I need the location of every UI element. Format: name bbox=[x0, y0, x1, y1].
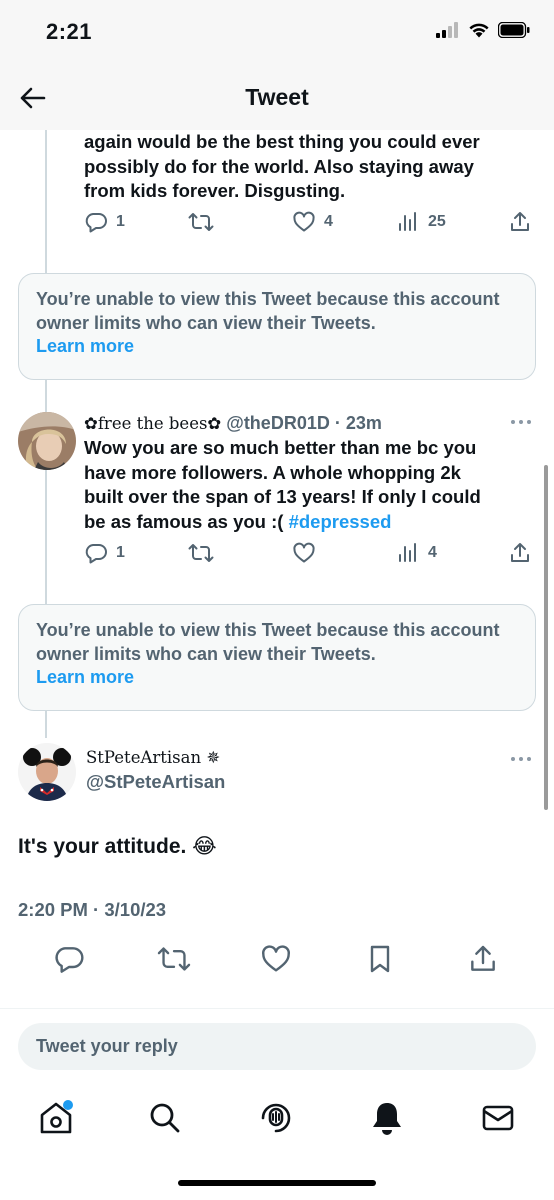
status-icons bbox=[436, 22, 530, 38]
reply-icon bbox=[85, 213, 107, 233]
thread-line bbox=[45, 130, 47, 273]
reply-icon bbox=[55, 947, 84, 973]
main-tweet-author[interactable]: StPeteArtisan ✵ @StPeteArtisan bbox=[86, 746, 225, 794]
limited-tweet-notice: You’re unable to view this Tweet because… bbox=[18, 273, 536, 380]
like-button[interactable] bbox=[260, 943, 292, 980]
avatar[interactable] bbox=[18, 412, 76, 470]
wifi-icon bbox=[469, 23, 489, 38]
reply-count: 1 bbox=[116, 213, 125, 230]
reply-button[interactable]: 1 bbox=[84, 210, 125, 234]
retweet-icon bbox=[188, 544, 214, 562]
share-icon bbox=[511, 212, 529, 231]
search-icon bbox=[150, 1103, 180, 1133]
tab-spaces[interactable] bbox=[254, 1096, 298, 1140]
retweet-button[interactable] bbox=[157, 943, 191, 980]
share-button[interactable] bbox=[508, 210, 532, 234]
tab-search[interactable] bbox=[143, 1096, 187, 1140]
like-button[interactable] bbox=[292, 541, 316, 565]
share-button[interactable] bbox=[467, 943, 499, 980]
limited-notice-text: You’re unable to view this Tweet because… bbox=[36, 620, 500, 687]
thread-tweet[interactable]: again would be the best thing you could … bbox=[84, 130, 524, 204]
thread-tweet[interactable]: ✿free the bees✿ @theDR01D · 23m Wow you … bbox=[84, 411, 524, 534]
reply-count: 1 bbox=[116, 544, 125, 561]
views-icon bbox=[399, 212, 416, 231]
display-name: ✿free the bees✿ bbox=[84, 414, 222, 433]
main-tweet-actions bbox=[0, 943, 554, 979]
like-icon bbox=[262, 945, 290, 972]
notifications-icon bbox=[373, 1103, 401, 1135]
thread-line bbox=[45, 470, 47, 604]
like-count: 4 bbox=[324, 213, 333, 230]
reply-icon bbox=[85, 544, 107, 564]
spaces-icon bbox=[261, 1103, 291, 1133]
retweet-icon bbox=[157, 947, 191, 971]
tab-home[interactable] bbox=[34, 1096, 78, 1140]
divider bbox=[0, 1008, 554, 1009]
views-button[interactable]: 4 bbox=[396, 541, 437, 565]
reply-button[interactable] bbox=[53, 943, 85, 980]
retweet-icon bbox=[188, 213, 214, 231]
home-indicator[interactable] bbox=[178, 1180, 376, 1186]
status-bar: 2:21 bbox=[0, 0, 554, 66]
bookmark-button[interactable] bbox=[364, 943, 396, 980]
thread-line bbox=[45, 379, 47, 412]
share-button[interactable] bbox=[508, 541, 532, 565]
battery-icon bbox=[498, 22, 530, 38]
bookmark-icon bbox=[370, 945, 390, 973]
nav-bar: Tweet bbox=[0, 66, 554, 130]
views-count: 25 bbox=[428, 213, 446, 230]
handle: @StPeteArtisan bbox=[86, 771, 226, 792]
retweet-button[interactable] bbox=[188, 210, 214, 234]
scrollbar[interactable] bbox=[544, 465, 548, 810]
share-icon bbox=[471, 945, 495, 971]
signal-icon bbox=[436, 22, 458, 38]
reply-input[interactable]: Tweet your reply bbox=[18, 1023, 536, 1070]
retweet-button[interactable] bbox=[188, 541, 214, 565]
limited-tweet-notice: You’re unable to view this Tweet because… bbox=[18, 604, 536, 711]
tweet-actions: 1 4 25 bbox=[84, 210, 534, 240]
display-name: StPeteArtisan ✵ bbox=[86, 748, 221, 767]
views-icon bbox=[399, 543, 416, 562]
avatar[interactable] bbox=[18, 743, 76, 801]
more-icon[interactable] bbox=[511, 755, 535, 763]
main-tweet-timestamp: 2:20 PM · 3/10/23 bbox=[18, 899, 167, 920]
tweet-actions: 1 4 bbox=[84, 541, 534, 571]
learn-more-link[interactable]: Learn more bbox=[36, 336, 134, 356]
messages-icon bbox=[482, 1105, 514, 1131]
limited-notice-text: You’re unable to view this Tweet because… bbox=[36, 289, 500, 356]
status-time: 2:21 bbox=[46, 19, 93, 44]
hashtag-link[interactable]: #depressed bbox=[289, 511, 392, 532]
home-icon bbox=[40, 1100, 73, 1134]
share-icon bbox=[511, 543, 529, 562]
reply-button[interactable]: 1 bbox=[84, 541, 125, 565]
more-icon[interactable] bbox=[511, 418, 535, 426]
like-button[interactable]: 4 bbox=[292, 210, 333, 234]
tweet-text: Wow you are so much better than me bc yo… bbox=[84, 437, 481, 532]
tweet-header: ✿free the bees✿ @theDR01D · 23m bbox=[84, 411, 524, 436]
learn-more-link[interactable]: Learn more bbox=[36, 667, 134, 687]
tweet-text: again would be the best thing you could … bbox=[84, 131, 480, 201]
handle: @theDR01D bbox=[226, 413, 330, 433]
tab-messages[interactable] bbox=[476, 1096, 520, 1140]
tweet-time: · 23m bbox=[334, 413, 382, 433]
views-count: 4 bbox=[428, 544, 437, 561]
main-tweet-text: It's your attitude. 😂 bbox=[18, 835, 217, 858]
tab-notifications[interactable] bbox=[365, 1096, 409, 1140]
like-icon bbox=[293, 542, 315, 563]
thread-line bbox=[45, 710, 47, 738]
like-icon bbox=[293, 211, 315, 232]
page-title: Tweet bbox=[245, 84, 309, 110]
views-button[interactable]: 25 bbox=[396, 210, 446, 234]
